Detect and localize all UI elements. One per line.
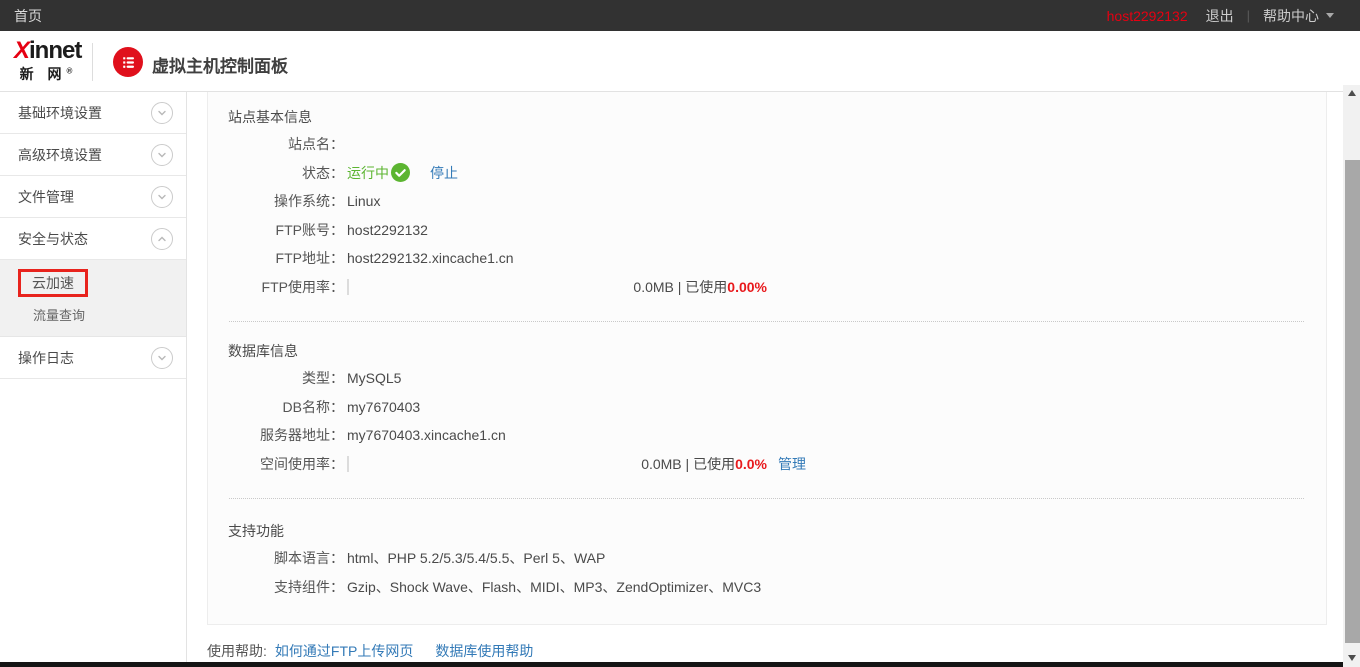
logo-x: X [14,37,29,64]
field-value: my7670403.xincache1.cn [347,427,506,443]
sidebar-item-basic-env[interactable]: 基础环境设置 [0,92,186,134]
help-center-label: 帮助中心 [1263,6,1319,26]
field-label: 站点名： [208,134,344,154]
field-label: DB名称： [208,397,344,417]
topbar: 首页 host2292132 退出 | 帮助中心 [0,0,1360,31]
field-label: 服务器地址： [208,425,344,445]
topbar-divider: | [1247,8,1250,23]
info-row-db-server: 服务器地址： my7670403.xincache1.cn [208,421,1326,450]
logout-link[interactable]: 退出 [1206,6,1234,26]
usage-percent: 0.0% [735,456,767,472]
usage-text: 0.0MB | 已使用0.00% [349,277,767,297]
info-row-script-languages: 脚本语言： html、PHP 5.2/5.3/5.4/5.5、Perl 5、WA… [208,544,1326,573]
field-label: 操作系统： [208,191,344,211]
chevron-down-circle-icon [151,102,173,124]
ftp-upload-help-link[interactable]: 如何通过FTP上传网页 [275,641,413,661]
chevron-up-circle-icon [151,228,173,250]
chevron-down-icon [1326,13,1334,18]
field-label: 类型： [208,368,344,388]
scrollbar-down-button[interactable] [1343,650,1360,666]
field-value: host2292132.xincache1.cn [347,250,514,266]
section-site-basic-info: 站点基本信息 站点名： 状态： 运行中 停止 操作系统： Linux FTP账号… [208,92,1326,301]
db-manage-link[interactable]: 管理 [778,454,806,474]
info-row-ftp-account: FTP账号： host2292132 [208,216,1326,245]
section-database-info: 数据库信息 类型： MySQL5 DB名称： my7670403 服务器地址： … [208,322,1326,478]
chevron-down-circle-icon [151,186,173,208]
field-label: FTP账号： [208,220,344,240]
logo-rest: innet [29,37,81,64]
info-row-ftp-usage: FTP使用率： 0.0MB | 已使用0.00% [208,273,1326,302]
usage-text: 0.0MB | 已使用0.0% [349,454,767,474]
page-title: 虚拟主机控制面板 [152,52,288,77]
info-row-site-name: 站点名： [208,130,1326,159]
sidebar: 基础环境设置 高级环境设置 文件管理 安全与状态 云加速 流量查询 操作日志 [0,92,187,667]
xinnet-logo: Xinnet 新 网® [14,39,78,84]
field-value: Linux [347,193,380,209]
site-info-card: 站点基本信息 站点名： 状态： 运行中 停止 操作系统： Linux FTP账号… [207,92,1327,625]
field-value: MySQL5 [347,370,401,386]
usage-percent: 0.00% [727,279,767,295]
field-value: my7670403 [347,399,420,415]
sidebar-item-advanced-env[interactable]: 高级环境设置 [0,134,186,176]
field-value: host2292132 [347,222,428,238]
footer-bar [0,662,1343,667]
main-content: 站点基本信息 站点名： 状态： 运行中 停止 操作系统： Linux FTP账号… [187,92,1343,667]
scroll-down-icon [1348,655,1356,661]
scrollbar-up-button[interactable] [1343,85,1360,101]
info-row-ftp-address: FTP地址： host2292132.xincache1.cn [208,244,1326,273]
info-row-db-name: DB名称： my7670403 [208,393,1326,422]
info-row-os: 操作系统： Linux [208,187,1326,216]
info-row-components: 支持组件： Gzip、Shock Wave、Flash、MIDI、MP3、Zen… [208,573,1326,602]
home-link[interactable]: 首页 [14,6,42,26]
field-value: html、PHP 5.2/5.3/5.4/5.5、Perl 5、WAP [347,548,605,568]
scrollbar-thumb[interactable] [1345,160,1360,643]
field-label: 脚本语言： [208,548,344,568]
account-name: host2292132 [1107,8,1188,24]
info-row-db-usage: 空间使用率： 0.0MB | 已使用0.0% 管理 [208,450,1326,479]
registered-mark: ® [66,66,72,75]
field-label: 空间使用率： [208,454,344,474]
field-label: 状态： [208,163,344,183]
section-title: 数据库信息 [208,338,1326,364]
header: Xinnet 新 网® 虚拟主机控制面板 [0,31,1360,92]
sidebar-item-traffic-query[interactable]: 流量查询 [33,305,186,324]
field-label: 支持组件： [208,577,344,597]
section-title: 站点基本信息 [208,104,1326,130]
usage-prefix: 0.0MB | 已使用 [633,279,727,295]
server-lines-glyph [120,54,137,71]
header-divider [92,43,93,81]
help-prefix: 使用帮助: [207,641,267,661]
sidebar-item-operation-log[interactable]: 操作日志 [0,337,186,379]
logo-chinese: 新 网® [14,64,78,84]
sidebar-item-security-status[interactable]: 安全与状态 [0,218,186,260]
field-label: FTP地址： [208,248,344,268]
chevron-down-circle-icon [151,144,173,166]
status-running-text: 运行中 [347,163,389,183]
topbar-right: host2292132 退出 | 帮助中心 [1107,0,1334,31]
sidebar-item-file-manage[interactable]: 文件管理 [0,176,186,218]
database-help-link[interactable]: 数据库使用帮助 [435,641,533,661]
check-circle-icon [391,163,410,182]
usage-prefix: 0.0MB | 已使用 [641,456,735,472]
vertical-scrollbar[interactable] [1343,85,1360,667]
logo-latin: Xinnet [14,39,78,63]
scroll-up-icon [1348,90,1356,96]
field-label: FTP使用率： [208,277,344,297]
field-value: Gzip、Shock Wave、Flash、MIDI、MP3、ZendOptim… [347,577,761,597]
section-title: 支持功能 [208,518,1326,544]
help-center-menu[interactable]: 帮助中心 [1263,6,1334,26]
section-supported-features: 支持功能 脚本语言： html、PHP 5.2/5.3/5.4/5.5、Perl… [208,499,1326,601]
help-links-row: 使用帮助: 如何通过FTP上传网页 数据库使用帮助 [207,641,533,661]
server-panel-icon [113,47,143,77]
info-row-db-type: 类型： MySQL5 [208,364,1326,393]
sidebar-item-cloud-acceleration[interactable]: 云加速 [18,269,88,297]
stop-site-link[interactable]: 停止 [430,163,458,183]
info-row-status: 状态： 运行中 停止 [208,159,1326,188]
sidebar-submenu-security: 云加速 流量查询 [0,260,186,337]
chevron-down-circle-icon [151,347,173,369]
